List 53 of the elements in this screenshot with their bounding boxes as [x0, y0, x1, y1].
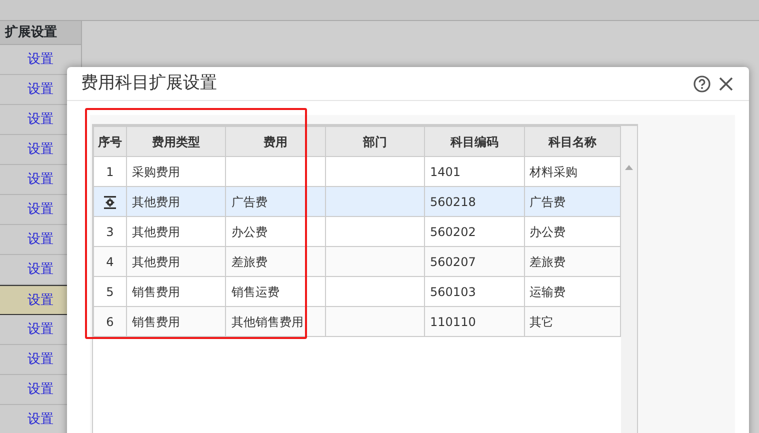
settings-link[interactable]: 设置: [28, 382, 54, 397]
row-number: 3: [106, 224, 114, 238]
close-icon[interactable]: [717, 74, 735, 92]
table-cell: 其他费用: [132, 254, 180, 268]
table-cell: 销售费用: [132, 284, 180, 298]
help-icon[interactable]: [692, 74, 710, 92]
table-cell: 办公费: [530, 224, 566, 238]
table-cell: 110110: [430, 314, 476, 328]
table-cell: 1401: [430, 164, 461, 178]
table-cell: 运输费: [530, 284, 566, 298]
table-cell: 其他销售费用: [231, 314, 304, 328]
table-cell: 销售运费: [231, 284, 280, 298]
table-cell: 差旅费: [530, 254, 566, 268]
settings-link[interactable]: 设置: [28, 172, 54, 187]
table-cell: 广告费: [231, 194, 268, 208]
table-cell: 其他费用: [132, 224, 180, 238]
dialog-title: 费用科目扩展设置: [81, 74, 217, 94]
table-cell: 560202: [430, 224, 476, 238]
settings-link[interactable]: 设置: [28, 322, 54, 337]
settings-link[interactable]: 设置: [28, 52, 54, 67]
table-cell: 采购费用: [132, 164, 180, 178]
table-cell: 广告费: [530, 194, 566, 208]
row-number: 1: [106, 164, 114, 178]
settings-link[interactable]: 设置: [28, 292, 54, 308]
column-header: 费用类型: [126, 126, 226, 156]
column-header: 费用: [226, 126, 326, 156]
scrollbar[interactable]: [621, 126, 637, 433]
table-cell: 560103: [430, 284, 476, 298]
settings-link[interactable]: 设置: [28, 412, 54, 427]
settings-link[interactable]: 设置: [28, 232, 54, 247]
table-cell: 560218: [430, 194, 476, 208]
table-cell: 560207: [430, 254, 476, 268]
table-cell: 其他费用: [132, 194, 180, 208]
column-header: 部门: [326, 126, 425, 156]
settings-link[interactable]: 设置: [28, 352, 54, 367]
table-cell: 差旅费: [231, 254, 268, 268]
table-cell: 销售费用: [132, 314, 180, 328]
settings-link[interactable]: 设置: [28, 262, 54, 277]
column-header: 序号: [94, 126, 126, 156]
row-number: 6: [106, 314, 114, 328]
column-header: 科目名称: [524, 126, 621, 156]
settings-link[interactable]: 设置: [28, 202, 54, 217]
column-header: 科目编码: [424, 126, 524, 156]
table-cell: 材料采购: [530, 164, 578, 178]
row-number: 5: [106, 284, 114, 298]
settings-link[interactable]: 设置: [28, 82, 54, 97]
table-cell: 其它: [530, 314, 554, 328]
settings-icon[interactable]: [102, 196, 117, 209]
column-header: 扩展设置: [0, 21, 81, 45]
row-number: 4: [106, 254, 114, 268]
settings-link[interactable]: 设置: [28, 142, 54, 157]
table-cell: 办公费: [231, 224, 268, 238]
settings-link[interactable]: 设置: [28, 112, 54, 127]
